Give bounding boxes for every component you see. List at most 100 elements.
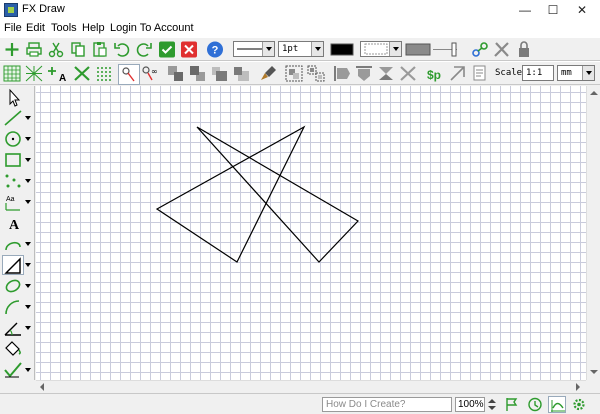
transform-button[interactable] bbox=[448, 64, 468, 83]
menu-edit[interactable]: Edit bbox=[26, 22, 45, 34]
delete-cross-button[interactable] bbox=[72, 64, 92, 83]
how-do-i-create-input[interactable]: How Do I Create? bbox=[322, 397, 452, 412]
zoom-input[interactable]: 100% bbox=[455, 397, 485, 412]
dollar-p-button[interactable]: $p bbox=[426, 64, 446, 83]
chevron-down-icon[interactable] bbox=[24, 200, 32, 206]
rectangle-icon bbox=[5, 153, 21, 167]
flag-button[interactable] bbox=[503, 396, 521, 413]
snap-infinity-button[interactable]: ∞ bbox=[140, 64, 160, 83]
circle-tool[interactable] bbox=[2, 129, 24, 149]
send-back-button[interactable] bbox=[188, 64, 208, 83]
scroll-left-icon[interactable] bbox=[40, 383, 44, 391]
menu-tools[interactable]: Tools bbox=[51, 22, 77, 34]
copy-button[interactable] bbox=[68, 40, 88, 59]
polygon-tool[interactable] bbox=[2, 255, 24, 275]
accept-button[interactable] bbox=[157, 40, 177, 59]
fill-tool[interactable] bbox=[2, 339, 24, 359]
menu-login[interactable]: Login To Account bbox=[110, 22, 194, 34]
new-button[interactable] bbox=[2, 40, 22, 59]
align-left-button[interactable] bbox=[332, 64, 352, 83]
fill-color-button[interactable] bbox=[405, 40, 431, 59]
menu-file[interactable]: File bbox=[4, 22, 22, 34]
cut-button[interactable] bbox=[46, 40, 66, 59]
rectangle-tool[interactable] bbox=[2, 150, 24, 170]
align-top-button[interactable] bbox=[354, 64, 374, 83]
cancel-button[interactable] bbox=[179, 40, 199, 59]
zoom-stepper[interactable] bbox=[486, 397, 498, 412]
chevron-down-icon[interactable] bbox=[24, 179, 32, 185]
angle-tool[interactable] bbox=[2, 318, 24, 338]
chevron-down-icon bbox=[582, 66, 594, 80]
chevron-down-icon[interactable] bbox=[24, 116, 32, 122]
ungroup-button[interactable] bbox=[306, 64, 326, 83]
menu-help[interactable]: Help bbox=[82, 22, 105, 34]
chevron-down-icon[interactable] bbox=[24, 137, 32, 143]
drawing-canvas[interactable] bbox=[36, 86, 586, 380]
chevron-down-icon[interactable] bbox=[24, 284, 32, 290]
svg-text:∞: ∞ bbox=[151, 67, 158, 76]
format-painter-button[interactable] bbox=[258, 64, 278, 83]
axes-label-tool[interactable]: Aa bbox=[2, 192, 24, 212]
chevron-up-icon[interactable] bbox=[488, 399, 496, 403]
align-center-button[interactable] bbox=[376, 64, 396, 83]
bring-forward-button[interactable] bbox=[210, 64, 230, 83]
select-tool[interactable] bbox=[2, 88, 24, 108]
align-bottom-icon bbox=[400, 66, 416, 81]
close-button[interactable]: ✕ bbox=[567, 0, 597, 20]
help-button[interactable]: ? bbox=[205, 40, 225, 59]
scroll-right-icon[interactable] bbox=[576, 383, 580, 391]
chevron-down-icon[interactable] bbox=[24, 326, 32, 332]
curve-tool[interactable] bbox=[2, 234, 24, 254]
paste-button[interactable] bbox=[90, 40, 110, 59]
redo-button[interactable] bbox=[134, 40, 154, 59]
line-width-select[interactable]: 1pt bbox=[278, 41, 324, 57]
tools-button[interactable] bbox=[492, 40, 512, 59]
line-color-button[interactable] bbox=[330, 40, 354, 59]
text-tool[interactable]: A bbox=[2, 213, 24, 233]
chevron-down-icon[interactable] bbox=[488, 406, 496, 410]
units-select[interactable]: mm bbox=[557, 65, 595, 81]
chevron-down-icon[interactable] bbox=[24, 263, 32, 269]
send-backward-button[interactable] bbox=[232, 64, 252, 83]
add-label-button[interactable]: A bbox=[46, 64, 66, 83]
chevron-down-icon bbox=[262, 42, 274, 56]
points-tool[interactable] bbox=[2, 171, 24, 191]
isometric-grid-button[interactable] bbox=[24, 64, 44, 83]
transparency-slider[interactable] bbox=[432, 40, 458, 59]
align-bottom-button[interactable] bbox=[398, 64, 418, 83]
cross-icon bbox=[74, 66, 90, 81]
lock-button[interactable] bbox=[514, 40, 534, 59]
link-button[interactable] bbox=[470, 40, 490, 59]
maximize-button[interactable]: ☐ bbox=[538, 0, 568, 20]
fill-pattern-select[interactable] bbox=[360, 41, 402, 57]
graph-button[interactable] bbox=[548, 396, 566, 413]
undo-button[interactable] bbox=[112, 40, 132, 59]
chevron-down-icon[interactable] bbox=[24, 368, 32, 374]
page-button[interactable] bbox=[470, 64, 490, 83]
arc-tool[interactable] bbox=[2, 297, 24, 317]
mark-tool[interactable] bbox=[2, 360, 24, 380]
vertical-scrollbar[interactable] bbox=[586, 86, 600, 380]
print-button[interactable] bbox=[24, 40, 44, 59]
chevron-down-icon[interactable] bbox=[24, 242, 32, 248]
grid-icon bbox=[3, 65, 21, 82]
dot-grid-button[interactable] bbox=[94, 64, 114, 83]
chevron-down-icon[interactable] bbox=[24, 305, 32, 311]
paint-bucket-icon bbox=[5, 341, 21, 356]
ellipse-tool[interactable] bbox=[2, 276, 24, 296]
horizontal-scrollbar[interactable] bbox=[36, 380, 586, 393]
group-button[interactable] bbox=[284, 64, 304, 83]
line-style-select[interactable] bbox=[233, 41, 275, 57]
history-button[interactable] bbox=[526, 396, 544, 413]
scale-input[interactable]: 1:1 bbox=[522, 65, 554, 81]
settings-button[interactable] bbox=[570, 396, 588, 413]
bring-front-button[interactable] bbox=[166, 64, 186, 83]
scroll-down-icon[interactable] bbox=[590, 370, 598, 374]
chevron-down-icon[interactable] bbox=[24, 158, 32, 164]
triangle-right[interactable] bbox=[196, 126, 359, 263]
snap-button[interactable] bbox=[118, 64, 140, 85]
grid-toggle-button[interactable] bbox=[2, 64, 22, 83]
minimize-button[interactable]: — bbox=[510, 0, 540, 20]
line-tool[interactable] bbox=[2, 108, 24, 128]
scroll-up-icon[interactable] bbox=[590, 91, 598, 95]
